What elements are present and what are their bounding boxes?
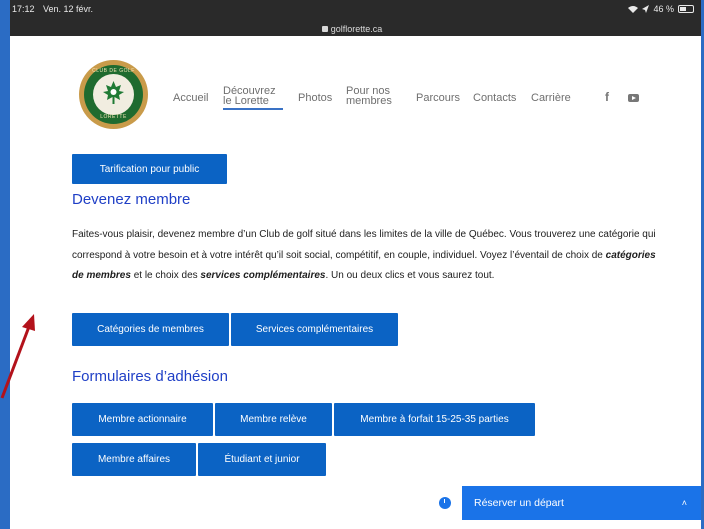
membre-forfait-button[interactable]: Membre à forfait 15-25-35 parties [334, 403, 535, 436]
nav-contacts[interactable]: Contacts [473, 92, 516, 104]
nav-pournos-line2: membres [346, 95, 392, 107]
services-complementaires-button[interactable]: Services complémentaires [231, 313, 398, 346]
facebook-icon[interactable]: f [605, 90, 609, 104]
frame-left-border [0, 0, 10, 529]
reserver-depart-widget[interactable]: Réserver un départ ˄ [428, 486, 701, 520]
para-text-2: et le choix des [130, 270, 201, 281]
youtube-icon[interactable] [628, 94, 639, 102]
status-date: Ven. 12 févr. [43, 4, 94, 14]
nav-pour-nos-membres[interactable]: Pour nos membres [346, 86, 392, 107]
reserve-icon-box [428, 486, 462, 520]
tarification-button[interactable]: Tarification pour public [72, 154, 227, 184]
para-text-1: Faites-vous plaisir, devenez membre d’un… [72, 229, 656, 261]
status-icons: 46 % [628, 4, 694, 14]
lock-icon [321, 26, 328, 32]
location-icon [642, 5, 650, 13]
nav-decouvrez[interactable]: Découvrez le Lorette [223, 86, 283, 110]
maple-leaf-icon [103, 81, 124, 104]
red-arrow-annotation [0, 314, 35, 399]
heading-devenez-membre: Devenez membre [72, 191, 191, 208]
battery-percent: 46 % [653, 4, 674, 14]
membre-releve-button[interactable]: Membre relève [215, 403, 332, 436]
etudiant-junior-button[interactable]: Étudiant et junior [198, 443, 326, 476]
wifi-icon [628, 5, 639, 13]
battery-icon [678, 5, 694, 13]
reserve-label: Réserver un départ [474, 497, 564, 509]
membre-affaires-button[interactable]: Membre affaires [72, 443, 196, 476]
club-logo[interactable]: CLUB DE GOLF LORETTE [79, 60, 148, 129]
logo-bottom-text: LORETTE [100, 114, 127, 120]
status-time: 17:12 [12, 4, 35, 14]
intro-paragraph: Faites-vous plaisir, devenez membre d’un… [72, 225, 662, 287]
categories-membres-button[interactable]: Catégories de membres [72, 313, 229, 346]
para-bold-services: services complémentaires [200, 270, 326, 281]
nav-parcours[interactable]: Parcours [416, 92, 460, 104]
status-bar: 17:12 Ven. 12 févr. golflorette.ca 46 % [0, 0, 704, 36]
nav-accueil[interactable]: Accueil [173, 92, 208, 104]
active-underline [223, 108, 283, 110]
nav-carriere[interactable]: Carrière [531, 92, 571, 104]
clock-icon [439, 497, 451, 509]
url-text: golflorette.ca [330, 24, 383, 34]
nav-decouvrez-line2: le Lorette [223, 95, 269, 107]
nav-photos[interactable]: Photos [298, 92, 332, 104]
chevron-up-icon[interactable]: ˄ [682, 498, 687, 508]
membre-actionnaire-button[interactable]: Membre actionnaire [72, 403, 213, 436]
heading-formulaires: Formulaires d’adhésion [72, 368, 228, 385]
address-bar[interactable]: golflorette.ca [0, 24, 704, 34]
logo-top-text: CLUB DE GOLF [92, 68, 135, 74]
para-text-3: . Un ou deux clics et vous saurez tout. [325, 270, 495, 281]
